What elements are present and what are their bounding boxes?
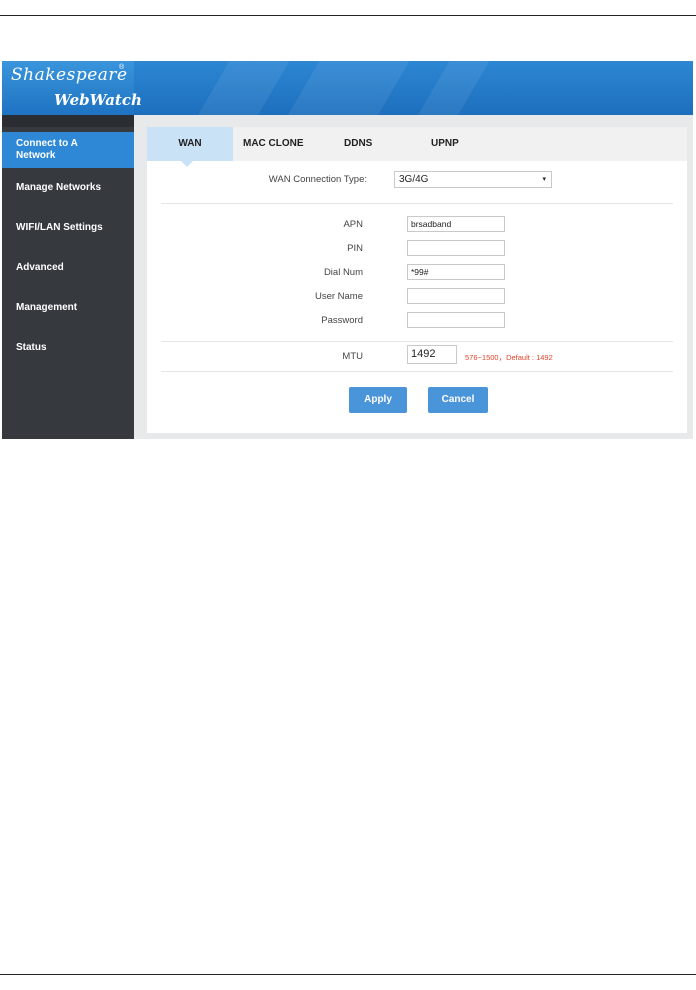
sidebar-item-label: Manage Networks <box>16 182 102 193</box>
sidebar-top-strip <box>2 115 134 127</box>
password-input[interactable] <box>407 312 505 328</box>
sidebar-item-management[interactable]: Management <box>2 302 134 314</box>
sidebar: Connect to A Network Manage Networks WIF… <box>2 115 134 439</box>
wan-connection-type-label: WAN Connection Type: <box>268 174 367 185</box>
main-panel: WAN MAC CLONE DDNS UPNP WAN Connection T… <box>147 127 687 433</box>
tab-ddns[interactable]: DDNS <box>344 127 372 161</box>
password-label: Password <box>321 315 363 326</box>
chevron-down-icon: ▾ <box>542 176 546 183</box>
tab-label: MAC CLONE <box>243 138 304 149</box>
header-bar: Shakespeare ® WebWatch <box>2 61 693 115</box>
sidebar-item-label: Advanced <box>16 262 64 273</box>
tab-bar: WAN MAC CLONE DDNS UPNP <box>147 127 687 167</box>
tab-label: UPNP <box>431 138 459 149</box>
sidebar-item-label: WIFI/LAN Settings <box>16 222 103 233</box>
dial-num-value: *99# <box>411 267 429 277</box>
dial-num-input[interactable]: *99# <box>407 264 505 280</box>
select-value: 3G/4G <box>399 174 429 185</box>
logo-product-name: WebWatch <box>54 91 142 109</box>
user-name-label: User Name <box>314 291 363 302</box>
mtu-input[interactable]: 1492 <box>407 345 457 364</box>
page-bottom-rule <box>0 974 696 975</box>
header-decoration <box>183 61 301 115</box>
mtu-value: 1492 <box>411 348 436 360</box>
mtu-label: MTU <box>342 351 363 362</box>
page-top-rule <box>0 15 696 16</box>
cancel-button[interactable]: Cancel <box>428 387 488 413</box>
dial-num-label: Dial Num <box>323 267 363 278</box>
apn-value: brsadband <box>411 219 452 229</box>
header-decoration <box>403 61 501 115</box>
section-divider <box>161 371 673 372</box>
wan-connection-type-select[interactable]: 3G/4G ▾ <box>394 171 552 188</box>
sidebar-item-advanced[interactable]: Advanced <box>2 262 134 274</box>
apn-input[interactable]: brsadband <box>407 216 505 232</box>
section-divider <box>161 203 673 204</box>
sidebar-item-connect-to-a-network[interactable]: Connect to A Network <box>2 132 134 168</box>
tab-label: WAN <box>178 138 202 149</box>
apn-label: APN <box>343 219 363 230</box>
sidebar-item-label: Connect to A Network <box>16 138 78 161</box>
tab-upnp[interactable]: UPNP <box>431 127 459 161</box>
sidebar-item-manage-networks[interactable]: Manage Networks <box>2 182 134 194</box>
tab-label: DDNS <box>344 138 373 149</box>
header-decoration <box>273 61 421 115</box>
pin-input[interactable] <box>407 240 505 256</box>
registered-mark: ® <box>119 64 125 71</box>
logo: Shakespeare ® WebWatch <box>2 61 142 115</box>
sidebar-item-label: Management <box>16 302 78 313</box>
mtu-hint: 576~1500，Default : 1492 <box>465 353 553 362</box>
router-admin-screenshot: Shakespeare ® WebWatch Connect to A Netw… <box>2 61 693 439</box>
tab-mac-clone[interactable]: MAC CLONE <box>243 127 304 161</box>
sidebar-item-label: Status <box>16 342 47 353</box>
sidebar-item-wifi-lan-settings[interactable]: WIFI/LAN Settings <box>2 222 134 234</box>
sidebar-item-status[interactable]: Status <box>2 342 134 354</box>
user-name-input[interactable] <box>407 288 505 304</box>
logo-brand-name: Shakespeare <box>11 65 128 85</box>
section-divider <box>161 341 673 342</box>
tab-wan[interactable]: WAN <box>147 127 233 167</box>
pin-label: PIN <box>347 243 363 254</box>
apply-button[interactable]: Apply <box>349 387 407 413</box>
